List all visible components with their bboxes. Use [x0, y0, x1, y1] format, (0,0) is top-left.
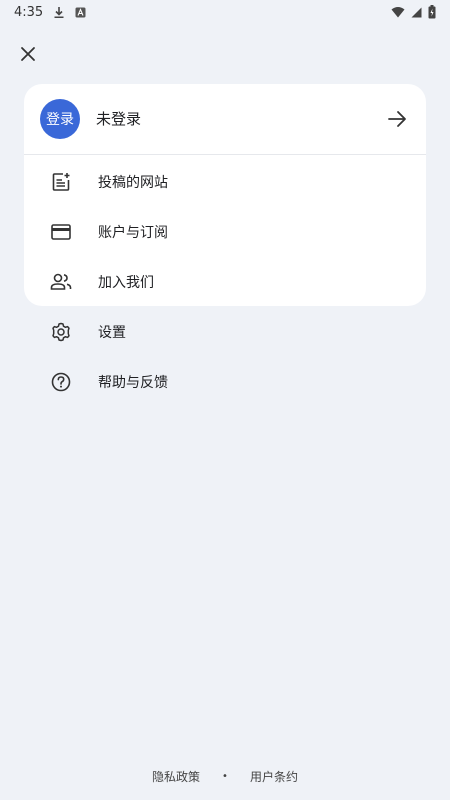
settings-label: 设置 — [98, 325, 126, 341]
menu-item-help-feedback[interactable]: 帮助与反馈 — [24, 356, 426, 406]
menu-item-submitted-sites[interactable]: 投稿的网站 — [24, 156, 426, 206]
menu-item-account-subscription[interactable]: 账户与订阅 — [24, 206, 426, 256]
divider — [24, 154, 426, 155]
close-button[interactable] — [14, 40, 42, 68]
status-left: 4:35 — [14, 5, 86, 20]
menu-item-settings[interactable]: 设置 — [24, 306, 426, 356]
download-icon — [54, 6, 64, 18]
status-time: 4:35 — [14, 4, 44, 20]
arrow-right-icon[interactable] — [386, 108, 408, 130]
status-right — [391, 5, 436, 19]
gear-icon — [50, 321, 72, 343]
avatar[interactable]: 登录 — [40, 99, 80, 139]
footer-separator: • — [222, 770, 228, 782]
people-icon — [50, 271, 72, 293]
signal-icon — [411, 7, 422, 17]
menu-item-join-us[interactable]: 加入我们 — [24, 256, 426, 306]
privacy-policy-link[interactable]: 隐私政策 — [152, 768, 200, 785]
login-status-label: 未登录 — [96, 110, 142, 128]
help-icon — [50, 371, 72, 393]
menu-item-label: 投稿的网站 — [98, 175, 168, 191]
credit-card-icon — [50, 221, 72, 243]
help-feedback-label: 帮助与反馈 — [98, 375, 168, 391]
battery-charging-icon — [428, 5, 436, 19]
status-bar: 4:35 — [0, 0, 450, 24]
login-row[interactable]: 登录 未登录 — [24, 84, 426, 154]
account-card: 登录 未登录 投稿的网站 账户与订阅 加入我们 — [24, 84, 426, 306]
footer: 隐私政策 • 用户条约 — [0, 766, 450, 786]
terms-link[interactable]: 用户条约 — [250, 768, 298, 785]
menu-item-label: 账户与订阅 — [98, 225, 168, 241]
wifi-icon — [391, 7, 405, 18]
close-icon — [21, 47, 35, 61]
notification-a-icon — [75, 7, 86, 17]
document-add-icon — [50, 171, 72, 193]
menu-item-label: 加入我们 — [98, 275, 154, 291]
